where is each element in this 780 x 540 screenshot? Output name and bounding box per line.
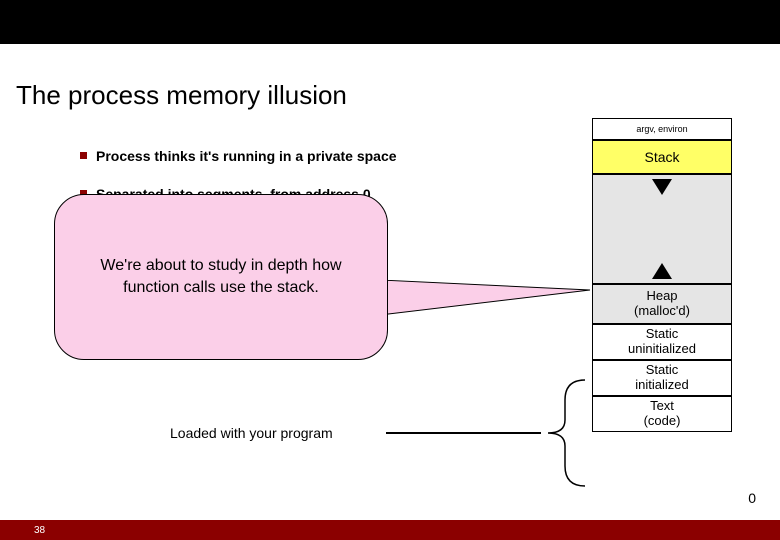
mem-static-uninit: Static uninitialized: [592, 324, 732, 360]
black-header-bar: [0, 0, 780, 44]
curly-bracket-icon: [540, 378, 590, 488]
mem-gap: [592, 174, 732, 284]
mem-heap: Heap (malloc'd): [592, 284, 732, 324]
mem-text-l1: Text: [650, 399, 674, 414]
arrow-down-icon: [652, 179, 672, 195]
mem-text: Text (code): [592, 396, 732, 432]
mem-sinit-l1: Static: [646, 363, 679, 378]
mem-zero: 0: [748, 490, 756, 506]
slide-title: The process memory illusion: [16, 80, 347, 111]
mem-heap-l1: Heap: [646, 289, 677, 304]
footer-bar: [0, 520, 780, 540]
loaded-label: Loaded with your program: [170, 425, 333, 441]
mem-heap-l2: (malloc'd): [634, 304, 690, 319]
mem-argv-environ: argv, environ: [592, 118, 732, 140]
callout-text: We're about to study in depth how functi…: [75, 255, 367, 298]
mem-suninit-l2: uninitialized: [628, 342, 696, 357]
callout-tail-icon: [380, 280, 600, 330]
bullet-1: Process thinks it's running in a private…: [80, 148, 480, 164]
mem-suninit-l1: Static: [646, 327, 679, 342]
mem-sinit-l2: initialized: [635, 378, 688, 393]
mem-text-l2: (code): [644, 414, 681, 429]
memory-diagram: argv, environ Stack Heap (malloc'd) Stat…: [592, 118, 732, 432]
callout-bubble: We're about to study in depth how functi…: [54, 194, 388, 360]
mem-static-init: Static initialized: [592, 360, 732, 396]
slide-number: 38: [34, 525, 45, 536]
arrow-up-icon: [652, 263, 672, 279]
connector-line: [386, 432, 541, 434]
mem-stack: Stack: [592, 140, 732, 174]
